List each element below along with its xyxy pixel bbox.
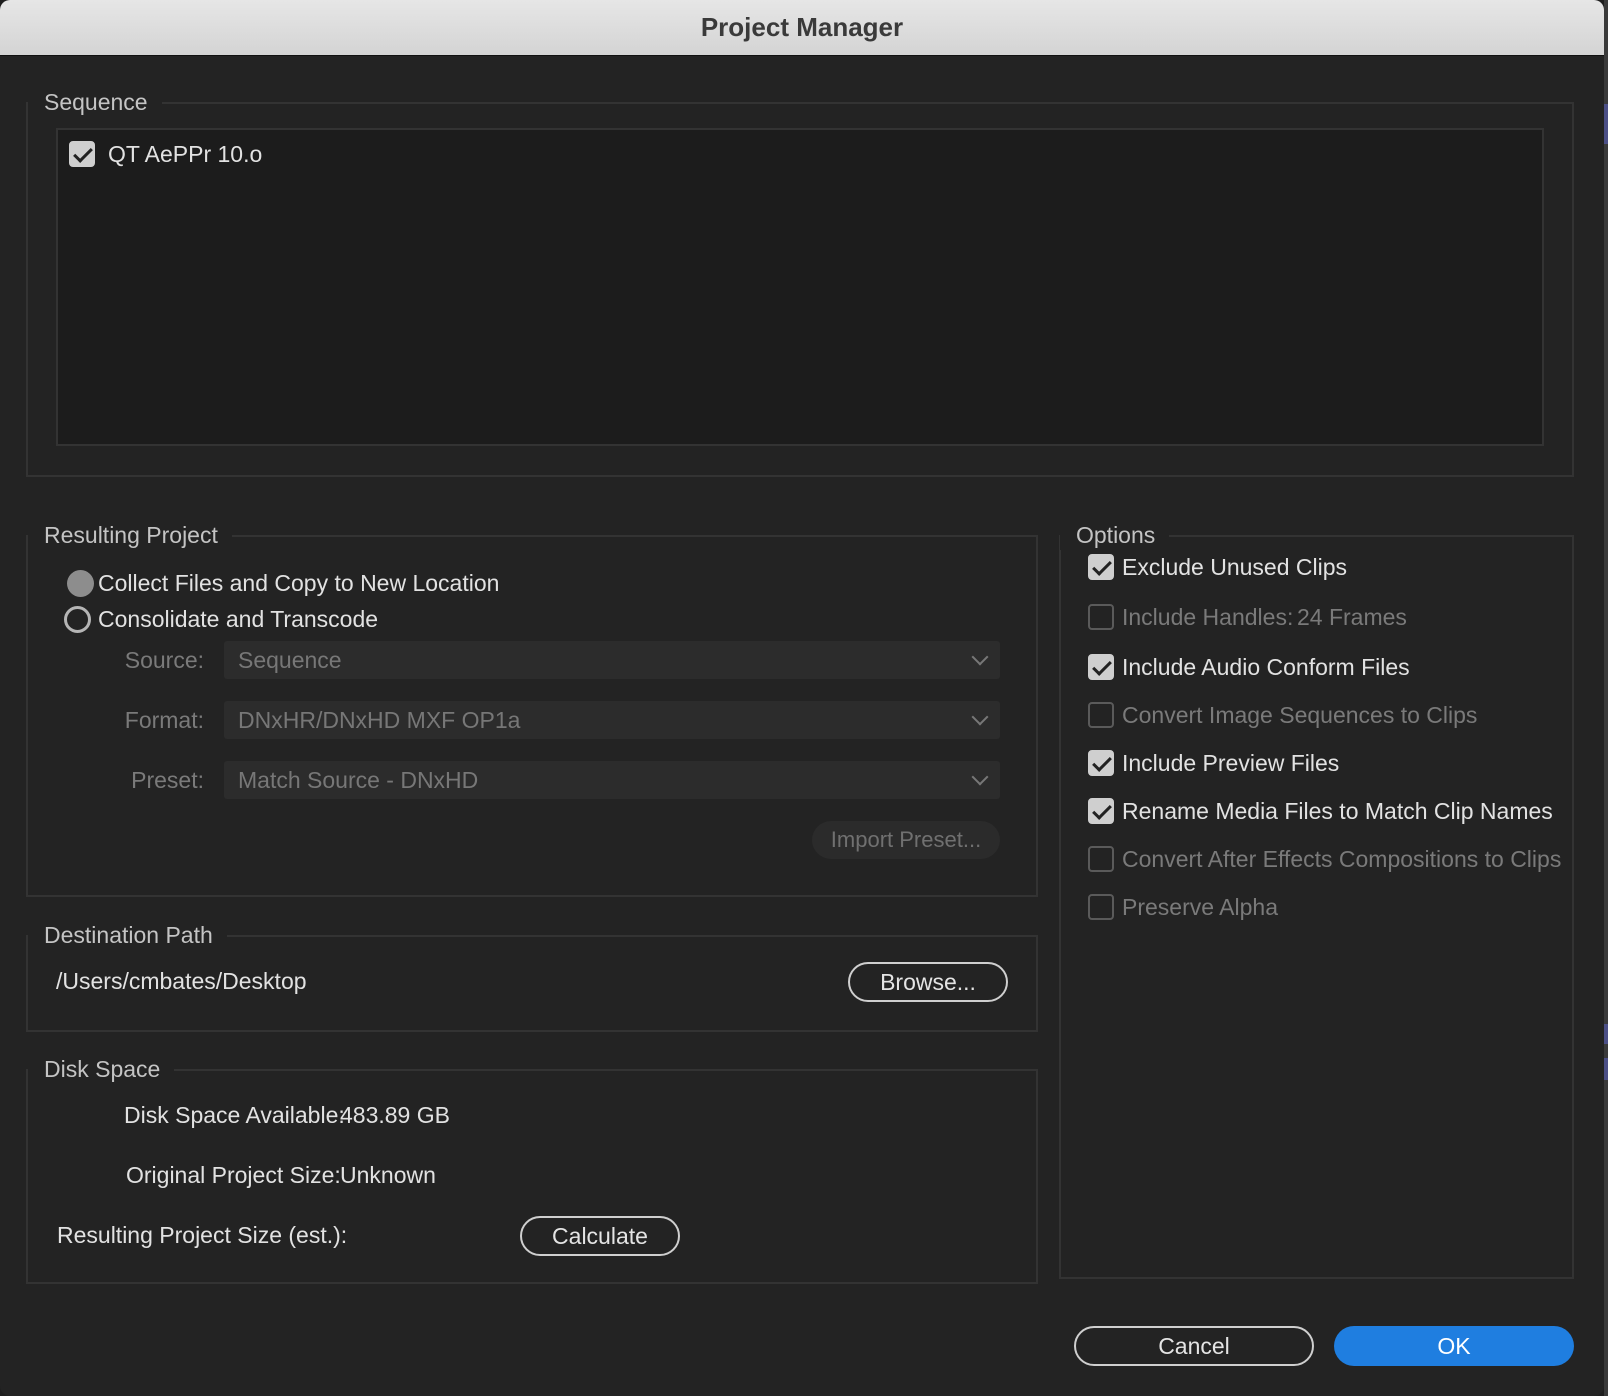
consolidate-transcode-option[interactable]: Consolidate and Transcode (64, 604, 504, 636)
option-convert-image-sequences[interactable]: Convert Image Sequences to Clips (1086, 700, 1566, 732)
browse-button[interactable]: Browse... (848, 962, 1008, 1002)
calculate-button[interactable]: Calculate (520, 1216, 680, 1256)
original-project-size-label: Original Project Size: (126, 1162, 341, 1188)
chevron-down-icon (971, 648, 989, 666)
include-audio-conform-files-checkbox[interactable] (1088, 654, 1114, 680)
convert-after-effects-checkbox[interactable] (1088, 846, 1114, 872)
exclude-unused-clips-checkbox[interactable] (1088, 554, 1114, 580)
original-project-size-value: Unknown (340, 1162, 436, 1188)
option-preserve-alpha[interactable]: Preserve Alpha (1086, 892, 1566, 924)
option-exclude-unused-clips[interactable]: Exclude Unused Clips (1086, 552, 1566, 584)
disk-space-legend: Disk Space (28, 1054, 175, 1084)
include-handles-frames[interactable]: 24 Frames (1297, 602, 1407, 632)
convert-image-sequences-checkbox[interactable] (1088, 702, 1114, 728)
sequence-item-checkbox[interactable] (69, 141, 95, 167)
convert-after-effects-label: Convert After Effects Compositions to Cl… (1122, 846, 1562, 872)
include-audio-conform-files-label: Include Audio Conform Files (1122, 654, 1410, 680)
rename-media-files-checkbox[interactable] (1088, 798, 1114, 824)
option-include-handles[interactable]: Include Handles: 24 Frames (1086, 602, 1566, 634)
include-handles-label: Include Handles: (1122, 604, 1294, 630)
window-title: Project Manager (700, 12, 904, 42)
consolidate-transcode-label: Consolidate and Transcode (98, 606, 379, 632)
options-legend: Options (1060, 520, 1170, 550)
option-convert-after-effects[interactable]: Convert After Effects Compositions to Cl… (1086, 844, 1566, 876)
preset-select[interactable]: Match Source - DNxHD (224, 761, 1000, 799)
background-window-mark (1604, 1024, 1608, 1044)
sequence-legend: Sequence (28, 87, 162, 117)
preset-label: Preset: (131, 767, 204, 793)
title-bar: Project Manager (0, 0, 1604, 56)
disk-space-available-value: 483.89 GB (340, 1102, 450, 1128)
preserve-alpha-checkbox[interactable] (1088, 894, 1114, 920)
destination-path-legend: Destination Path (28, 920, 227, 950)
destination-path-value: /Users/cmbates/Desktop (56, 968, 307, 994)
include-handles-checkbox[interactable] (1088, 604, 1114, 630)
background-window-mark (1604, 104, 1608, 144)
source-value: Sequence (238, 647, 342, 673)
sequence-list-item[interactable]: QT AePPr 10.o (68, 138, 468, 172)
resulting-project-legend: Resulting Project (28, 520, 232, 550)
collect-files-label: Collect Files and Copy to New Location (98, 570, 500, 596)
background-window-edge (1604, 0, 1608, 1396)
preset-value: Match Source - DNxHD (238, 767, 479, 793)
format-select[interactable]: DNxHR/DNxHD MXF OP1a (224, 701, 1000, 739)
import-preset-button[interactable]: Import Preset... (812, 821, 1000, 859)
preserve-alpha-label: Preserve Alpha (1122, 894, 1278, 920)
collect-files-option[interactable]: Collect Files and Copy to New Location (64, 568, 504, 600)
chevron-down-icon (971, 768, 989, 786)
project-manager-dialog: Project Manager Sequence QT AePPr 10.o R… (0, 0, 1604, 1396)
source-select[interactable]: Sequence (224, 641, 1000, 679)
resulting-project-size-label: Resulting Project Size (est.): (57, 1222, 348, 1248)
collect-files-radio[interactable] (67, 570, 94, 597)
format-label: Format: (124, 707, 204, 733)
chevron-down-icon (971, 708, 989, 726)
disk-space-available-label: Disk Space Available: (124, 1102, 345, 1128)
ok-button[interactable]: OK (1334, 1326, 1574, 1366)
source-label: Source: (124, 647, 204, 673)
include-preview-files-label: Include Preview Files (1122, 750, 1340, 776)
exclude-unused-clips-label: Exclude Unused Clips (1122, 554, 1348, 580)
option-rename-media-files[interactable]: Rename Media Files to Match Clip Names (1086, 796, 1566, 828)
rename-media-files-label: Rename Media Files to Match Clip Names (1122, 798, 1553, 824)
sequence-list[interactable]: QT AePPr 10.o (56, 128, 1544, 446)
cancel-button[interactable]: Cancel (1074, 1326, 1314, 1366)
option-include-preview-files[interactable]: Include Preview Files (1086, 748, 1566, 780)
include-preview-files-checkbox[interactable] (1088, 750, 1114, 776)
sequence-item-label: QT AePPr 10.o (108, 141, 263, 167)
option-include-audio-conform-files[interactable]: Include Audio Conform Files (1086, 652, 1566, 684)
background-window-mark (1604, 1058, 1608, 1080)
consolidate-transcode-radio[interactable] (64, 606, 91, 633)
convert-image-sequences-label: Convert Image Sequences to Clips (1122, 702, 1478, 728)
format-value: DNxHR/DNxHD MXF OP1a (238, 707, 521, 733)
